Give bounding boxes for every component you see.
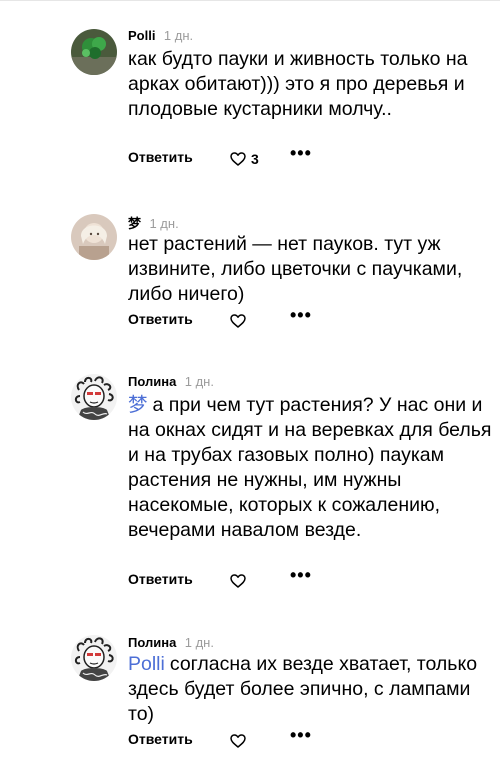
medusa-drawing-avatar-icon <box>71 635 117 681</box>
comment-header: Polli 1 дн. <box>128 27 193 45</box>
mention-link[interactable]: 梦 <box>128 394 148 416</box>
comments-thread: Polli 1 дн. как будто пауки и живность т… <box>0 0 500 764</box>
like-button[interactable] <box>230 571 251 591</box>
more-options-button[interactable]: ••• <box>290 725 312 746</box>
heart-icon <box>230 574 246 588</box>
comment-actions: Ответить ••• <box>128 305 368 331</box>
comment-age: 1 дн. <box>184 374 214 389</box>
comment-header: 梦 1 дн. <box>128 213 179 231</box>
comment-text-content: как будто пауки и живность только на арк… <box>128 48 468 120</box>
medusa-drawing-avatar-icon <box>71 374 117 420</box>
mention-link[interactable]: Polli <box>128 653 165 675</box>
reply-button[interactable]: Ответить <box>128 731 193 747</box>
heart-icon <box>230 734 246 748</box>
person-photo-avatar-icon <box>71 214 117 260</box>
comment-header: Полина 1 дн. <box>128 634 214 652</box>
heart-icon <box>230 314 246 328</box>
comment-text: Polli согласна их везде хватает, только з… <box>128 652 492 727</box>
comment-text: нет растений — нет пауков. тут уж извини… <box>128 232 492 307</box>
comment-age: 1 дн. <box>149 216 179 231</box>
reply-button[interactable]: Ответить <box>128 571 193 587</box>
comment-age: 1 дн. <box>163 28 194 43</box>
comment-text: как будто пауки и живность только на арк… <box>128 47 492 122</box>
reply-button[interactable]: Ответить <box>128 149 193 165</box>
like-count: 3 <box>251 151 259 167</box>
author-name[interactable]: 梦 <box>128 216 141 231</box>
avatar[interactable] <box>71 214 117 260</box>
like-button[interactable] <box>230 731 251 751</box>
comment-actions: Ответить ••• <box>128 565 368 591</box>
comment-actions: Ответить 3 ••• <box>128 143 368 169</box>
comment-text-content: нет растений — нет пауков. тут уж извини… <box>128 233 463 305</box>
comment-actions: Ответить ••• <box>128 725 368 751</box>
more-options-button[interactable]: ••• <box>290 305 312 326</box>
heart-icon <box>230 152 246 166</box>
comment-text: 梦а при чем тут растения? У нас они и на … <box>128 393 492 543</box>
author-name[interactable]: Polli <box>128 28 155 43</box>
more-options-button[interactable]: ••• <box>290 143 312 164</box>
author-name[interactable]: Полина <box>128 635 176 650</box>
green-plant-avatar-icon <box>71 29 117 75</box>
comment-age: 1 дн. <box>184 635 214 650</box>
comment-header: Полина 1 дн. <box>128 373 214 391</box>
avatar[interactable] <box>71 374 117 420</box>
like-button[interactable] <box>230 311 251 331</box>
like-button[interactable]: 3 <box>230 149 259 169</box>
avatar[interactable] <box>71 29 117 75</box>
author-name[interactable]: Полина <box>128 374 176 389</box>
comment-text-content: а при чем тут растения? У нас они и на о… <box>128 394 492 541</box>
comment-text-content: согласна их везде хватает, только здесь … <box>128 653 478 725</box>
more-options-button[interactable]: ••• <box>290 565 312 586</box>
reply-button[interactable]: Ответить <box>128 311 193 327</box>
avatar[interactable] <box>71 635 117 681</box>
